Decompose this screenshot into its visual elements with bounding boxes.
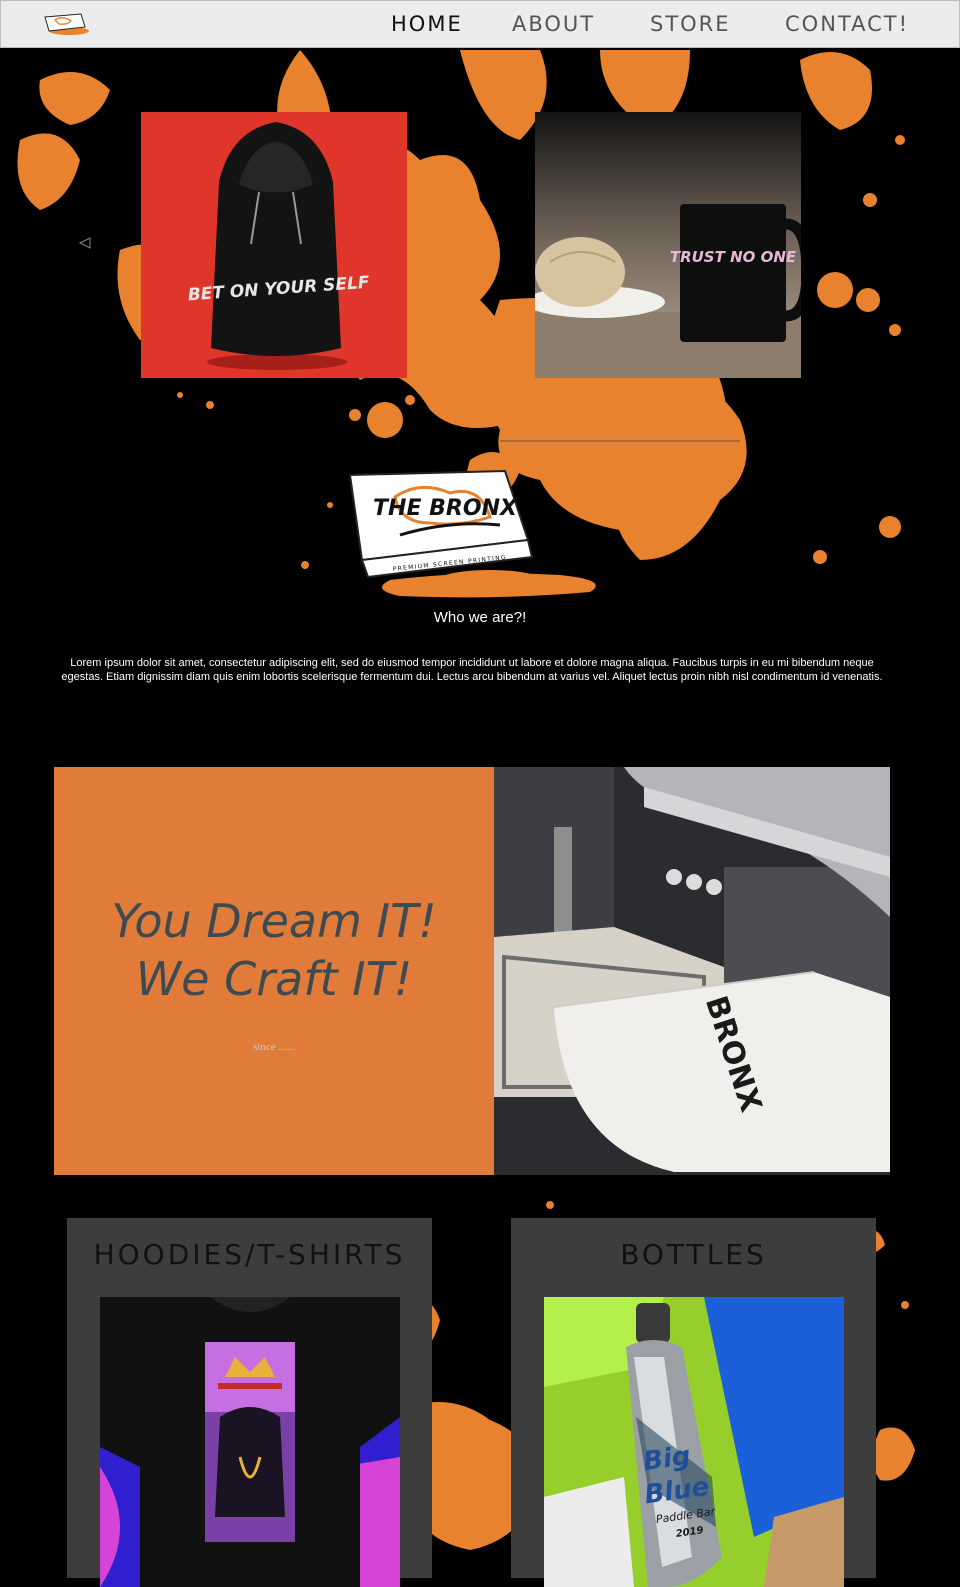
nav-store[interactable]: STORE <box>650 12 731 36</box>
bronx-logo-text: THE BRONX <box>373 496 518 521</box>
hoodie-illustration: BET ON YOUR SELF <box>187 122 370 370</box>
nav-home[interactable]: HOME <box>391 12 463 36</box>
mug-illustration: TRUST NO ONE <box>535 112 801 378</box>
sweatshirt-illustration <box>100 1297 400 1587</box>
bottle-illustration: Big Blue Paddle Bar 2019 <box>544 1297 844 1587</box>
slogan-text: You Dream IT! We Craft IT! <box>54 892 494 1008</box>
heat-press-illustration: BRONX <box>494 767 890 1175</box>
about-heading: Who we are?! <box>433 609 527 626</box>
nav-about[interactable]: ABOUT <box>512 12 595 36</box>
category-card-bottles[interactable]: BOTTLES Big Blue Paddle Bar 2019 <box>511 1218 876 1587</box>
top-navigation-bar: HOME ABOUT STORE CONTACT! <box>0 0 960 48</box>
bottle-image[interactable]: Big Blue Paddle Bar 2019 <box>544 1297 844 1587</box>
slogan-panel: You Dream IT! We Craft IT! since ...... <box>54 767 494 1175</box>
category-card-hoodies[interactable]: HOODIES/T-SHIRTS <box>67 1218 432 1587</box>
mug-product-image[interactable]: TRUST NO ONE <box>535 112 801 378</box>
brand-logo-small[interactable] <box>41 11 93 37</box>
slogan-line-2: We Craft IT! <box>135 952 413 1006</box>
heat-press-image: BRONX <box>494 767 890 1175</box>
sweatshirt-image[interactable] <box>100 1297 400 1587</box>
since-text: since ...... <box>253 1041 295 1053</box>
hoodie-product-image[interactable]: BET ON YOUR SELF <box>141 112 407 378</box>
mug-print-text: TRUST NO ONE <box>670 248 797 266</box>
bronx-brand-logo: THE BRONX PREMIUM SCREEN PRINTING <box>348 469 545 594</box>
nav-contact[interactable]: CONTACT! <box>785 12 909 36</box>
category-title-hoodies: HOODIES/T-SHIRTS <box>93 1238 406 1271</box>
about-paragraph: Lorem ipsum dolor sit amet, consectetur … <box>61 657 883 683</box>
category-title-bottles: BOTTLES <box>620 1238 767 1271</box>
slogan-line-1: You Dream IT! <box>111 894 437 948</box>
